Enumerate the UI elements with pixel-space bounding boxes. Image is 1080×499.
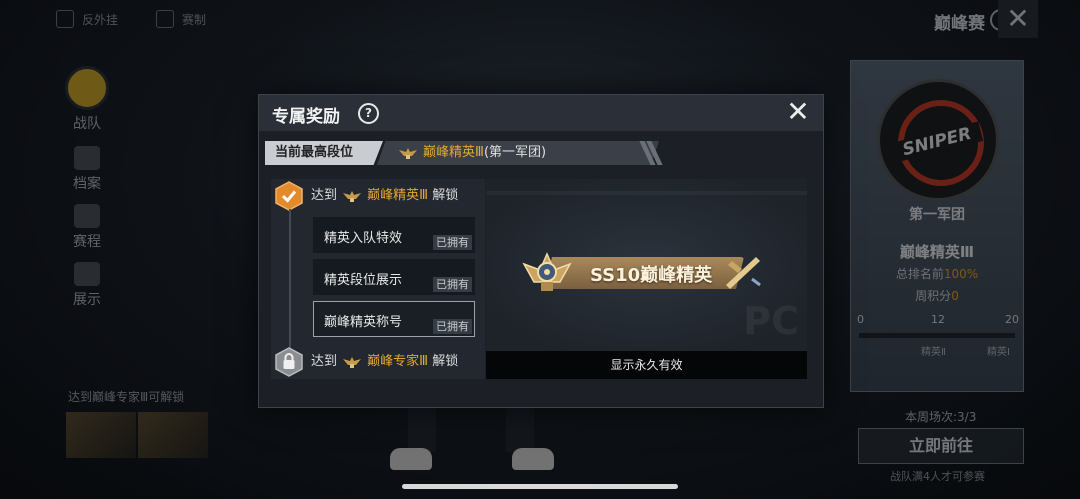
- owned-badge: 已拥有: [433, 277, 472, 292]
- title-nameplate: SS10巅峰精英: [544, 257, 744, 289]
- dialog-title: 专属奖励: [272, 107, 340, 127]
- tier-connector: [289, 209, 291, 351]
- current-rank-value: 巅峰精英Ⅲ(第一军团): [377, 141, 659, 165]
- lock-icon: [275, 347, 303, 377]
- rank-emblem-icon: [343, 356, 362, 368]
- reward-tier-list: 达到 巅峰精英Ⅲ 解锁 精英入队特效 已拥有 精英段位展示 已拥有 巅峰精英称号…: [271, 179, 485, 379]
- reward-item[interactable]: 精英入队特效 已拥有: [313, 217, 475, 253]
- close-button[interactable]: ✕: [783, 97, 813, 127]
- owned-badge: 已拥有: [433, 235, 472, 250]
- help-icon[interactable]: ?: [358, 103, 379, 124]
- reward-preview: PC SS10巅峰精英: [486, 179, 807, 351]
- rank-emblem-icon: [399, 147, 417, 159]
- dialog-header: 专属奖励 ? ✕: [259, 95, 823, 131]
- tier-elite-unlocked[interactable]: 达到 巅峰精英Ⅲ 解锁: [271, 179, 458, 213]
- rank-emblem-icon: [343, 190, 362, 202]
- validity-footer: 显示永久有效: [486, 351, 807, 379]
- exclusive-rewards-dialog: 专属奖励 ? ✕ 当前最高段位 巅峰精英Ⅲ(第一军团) 达到 巅峰精英Ⅲ 解锁: [258, 94, 824, 408]
- reward-item-selected[interactable]: 巅峰精英称号 已拥有: [313, 301, 475, 337]
- current-highest-rank: 当前最高段位 巅峰精英Ⅲ(第一军团): [265, 141, 663, 165]
- nameplate-text: SS10巅峰精英: [590, 265, 713, 286]
- reward-item[interactable]: 精英段位展示 已拥有: [313, 259, 475, 295]
- owned-badge: 已拥有: [433, 319, 472, 334]
- current-rank-label: 当前最高段位: [265, 141, 383, 165]
- crown-emblem-icon: [522, 252, 572, 291]
- tier-expert-locked[interactable]: 达到 巅峰专家Ⅲ 解锁: [271, 345, 458, 379]
- home-indicator: [402, 484, 678, 489]
- sword-wing-icon: [726, 257, 761, 289]
- checkmark-icon: [275, 181, 303, 211]
